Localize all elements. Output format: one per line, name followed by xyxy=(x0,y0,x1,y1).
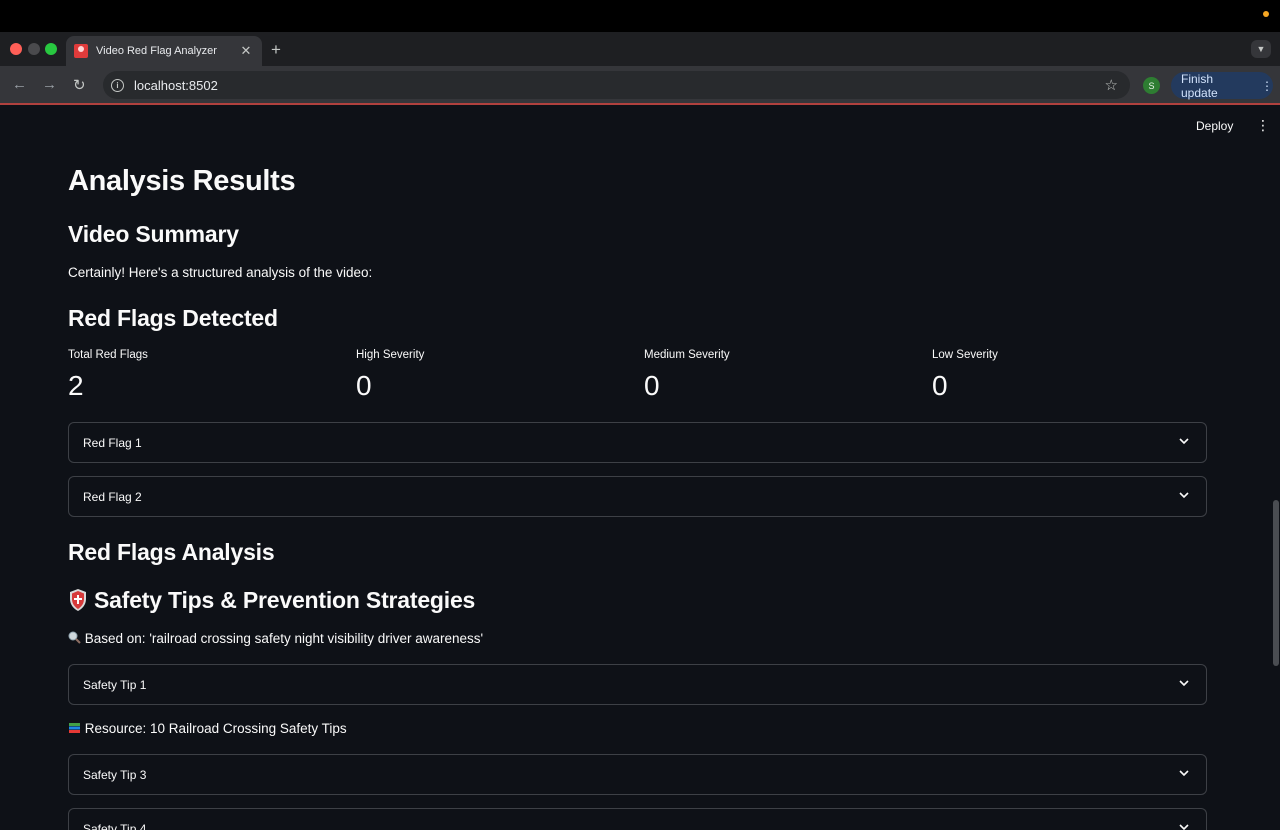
tab-search-chevron-icon[interactable]: ▼ xyxy=(1251,40,1271,58)
metric-low: Low Severity 0 xyxy=(932,349,998,402)
metric-label: Medium Severity xyxy=(644,349,730,361)
chevron-down-icon xyxy=(1179,680,1189,687)
severity-metrics: Total Red Flags 2 High Severity 0 Medium… xyxy=(68,349,1207,409)
expander-label: Safety Tip 1 xyxy=(83,677,147,692)
tab-close-icon[interactable]: ✕ xyxy=(238,43,254,59)
deploy-button[interactable]: Deploy xyxy=(1196,119,1233,133)
metric-value: 0 xyxy=(932,370,948,401)
tab-title: Video Red Flag Analyzer xyxy=(96,45,217,57)
red-flags-heading: Red Flags Detected xyxy=(68,305,278,331)
video-summary-heading: Video Summary xyxy=(68,221,239,247)
expander-label: Safety Tip 4 xyxy=(83,822,147,830)
chevron-down-icon xyxy=(1179,492,1189,499)
forward-arrow-icon[interactable]: → xyxy=(42,76,57,93)
browser-tab-active[interactable]: Video Red Flag Analyzer ✕ xyxy=(66,36,262,66)
chevron-down-icon xyxy=(1179,824,1189,830)
magnifier-icon xyxy=(68,631,81,645)
metric-value: 2 xyxy=(68,370,84,401)
metric-medium: Medium Severity 0 xyxy=(644,349,730,402)
site-info-icon[interactable]: i xyxy=(111,78,124,92)
page-title: Analysis Results xyxy=(68,165,296,197)
os-menubar xyxy=(0,0,1280,32)
safety-tips-heading: Safety Tips & Prevention Strategies xyxy=(68,587,475,614)
address-url[interactable]: localhost:8502 xyxy=(134,78,1105,93)
minimize-window-button[interactable] xyxy=(28,43,40,55)
expander-label: Red Flag 2 xyxy=(83,489,142,504)
shield-icon xyxy=(70,588,86,611)
expander-label: Red Flag 1 xyxy=(83,435,142,450)
resource-label: Resource: 10 Railroad Crossing Safety Ti… xyxy=(84,721,347,736)
based-on-label: Based on: 'railroad crossing safety nigh… xyxy=(84,631,484,646)
finish-update-label: Finish update xyxy=(1181,71,1218,100)
expander-safety-tip-1[interactable]: Safety Tip 1 xyxy=(68,664,1207,705)
browser-tabstrip: Video Red Flag Analyzer ✕ + ▼ xyxy=(0,32,1280,66)
chevron-down-icon xyxy=(1179,770,1189,777)
new-tab-plus-icon[interactable]: + xyxy=(271,40,281,60)
app-menu-kebab-icon[interactable]: ⋮ xyxy=(1256,117,1270,134)
profile-avatar[interactable]: S xyxy=(1143,77,1160,94)
expander-red-flag-1[interactable]: Red Flag 1 xyxy=(68,422,1207,463)
maximize-window-button[interactable] xyxy=(45,43,57,55)
chevron-down-icon xyxy=(1179,438,1189,445)
expander-safety-tip-3[interactable]: Safety Tip 3 xyxy=(68,754,1207,795)
metric-label: Total Red Flags xyxy=(68,349,148,361)
app-header: Deploy ⋮ xyxy=(0,107,1280,147)
finish-update-button[interactable]: Finish update ⋮ xyxy=(1171,71,1273,100)
expander-label: Safety Tip 3 xyxy=(83,767,147,782)
siren-favicon-icon xyxy=(74,44,88,58)
back-arrow-icon[interactable]: ← xyxy=(12,76,27,93)
books-icon xyxy=(69,723,80,734)
red-flags-analysis-heading: Red Flags Analysis xyxy=(68,539,275,565)
reload-icon[interactable]: ↻ xyxy=(73,76,86,94)
expander-red-flag-2[interactable]: Red Flag 2 xyxy=(68,476,1207,517)
close-window-button[interactable] xyxy=(10,43,22,55)
bookmark-star-icon[interactable]: ☆ xyxy=(1105,76,1118,94)
resource-text: Resource: 10 Railroad Crossing Safety Ti… xyxy=(68,721,347,736)
metric-value: 0 xyxy=(644,370,660,401)
video-summary-text: Certainly! Here's a structured analysis … xyxy=(68,265,373,280)
metric-high: High Severity 0 xyxy=(356,349,424,402)
metric-label: Low Severity xyxy=(932,349,998,361)
address-bar[interactable]: i localhost:8502 ☆ xyxy=(103,71,1130,99)
browser-menu-kebab-icon[interactable]: ⋮ xyxy=(1261,79,1273,93)
expander-safety-tip-4[interactable]: Safety Tip 4 xyxy=(68,808,1207,830)
browser-toolbar: ← → ↻ i localhost:8502 ☆ S Finish update… xyxy=(0,66,1280,105)
notification-dot-icon xyxy=(1263,11,1269,17)
metric-value: 0 xyxy=(356,370,372,401)
based-on-text: Based on: 'railroad crossing safety nigh… xyxy=(68,631,483,646)
page-scrollbar[interactable] xyxy=(1273,500,1279,666)
safety-tips-heading-text: Safety Tips & Prevention Strategies xyxy=(94,587,476,613)
metric-total: Total Red Flags 2 xyxy=(68,349,148,402)
metric-label: High Severity xyxy=(356,349,425,361)
